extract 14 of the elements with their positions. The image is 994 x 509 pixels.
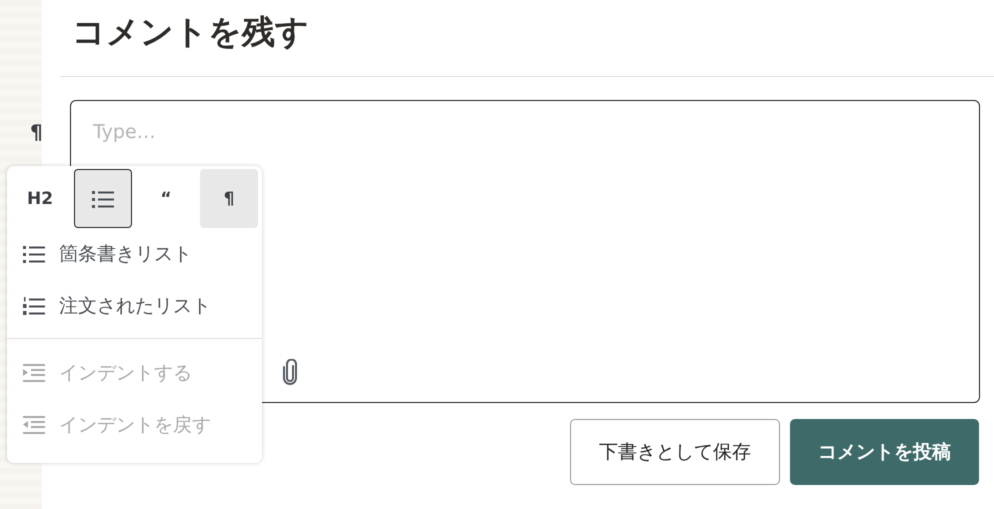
indent-icon: [23, 364, 45, 382]
block-type-button[interactable]: H2: [11, 169, 69, 228]
paragraph-marker[interactable]: ¶: [30, 120, 43, 144]
post-comment-button[interactable]: コメントを投稿: [790, 419, 979, 485]
section-heading: コメントを残す: [72, 11, 310, 53]
block-type-button[interactable]: “: [137, 169, 195, 228]
outdent-icon: [23, 416, 45, 434]
numbered-list-icon: [23, 297, 45, 315]
paperclip-icon[interactable]: [282, 359, 298, 385]
bullet-list-icon: [92, 190, 114, 208]
block-type-button[interactable]: [74, 169, 132, 228]
save-draft-button[interactable]: 下書きとして保存: [570, 419, 780, 485]
bullet-list-icon: [23, 245, 45, 263]
block-type-button[interactable]: ¶: [200, 169, 258, 228]
